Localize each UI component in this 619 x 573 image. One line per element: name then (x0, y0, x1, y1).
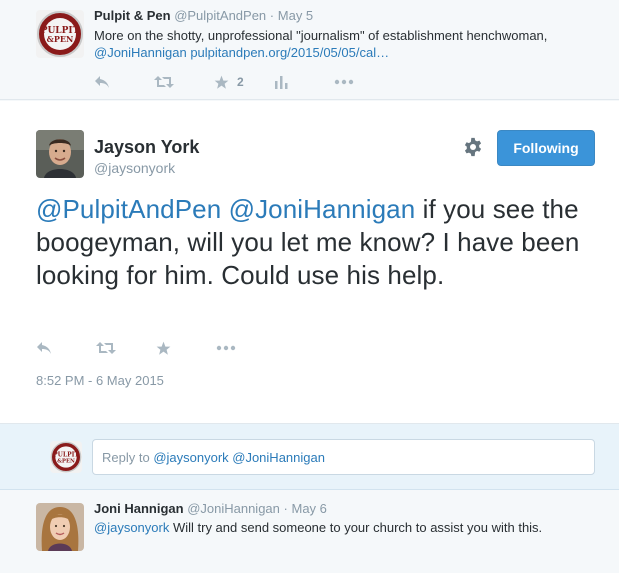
context-tweet[interactable]: PULPIT &PEN Pulpit & Pen @PulpitAndPen ·… (0, 0, 619, 100)
mention-link[interactable]: @jaysonyork (94, 520, 169, 535)
reply-mentions: @jaysonyork @JoniHannigan (153, 450, 325, 465)
tweet-text: @PulpitAndPen @JoniHannigan if you see t… (36, 193, 596, 292)
author-username[interactable]: @JoniHannigan (187, 501, 280, 516)
more-button[interactable] (334, 73, 394, 91)
author-username[interactable]: @PulpitAndPen (174, 8, 266, 23)
tweet-text: More on the shotty, unprofessional "jour… (94, 27, 604, 61)
reply-icon (37, 342, 51, 354)
tweet-date[interactable]: May 5 (278, 8, 313, 23)
favorite-icon (214, 75, 229, 89)
reply-tweet[interactable]: Joni Hannigan @JoniHannigan · May 6 @jay… (0, 491, 619, 573)
url-link[interactable]: pulpitandpen.org/2015/05/05/cal… (190, 45, 389, 60)
tweet-date[interactable]: May 6 (291, 501, 326, 516)
gear-icon[interactable] (463, 137, 483, 157)
reply-input[interactable]: Reply to @jaysonyork @JoniHannigan (92, 439, 595, 475)
more-icon (334, 79, 354, 85)
mention-link[interactable]: @JoniHannigan (229, 194, 416, 224)
separator: · (283, 501, 288, 516)
favorite-count: 2 (237, 75, 244, 89)
current-user-avatar: PULPIT &PEN (50, 441, 82, 473)
mention-link[interactable]: @JoniHannigan (94, 45, 187, 60)
retweet-icon (154, 76, 174, 88)
retweet-button[interactable] (154, 73, 214, 91)
tweet-timestamp[interactable]: 8:52 PM - 6 May 2015 (36, 373, 164, 388)
more-button[interactable] (216, 339, 276, 357)
retweet-icon (96, 342, 116, 354)
tweet-header: Pulpit & Pen @PulpitAndPen · May 5 (94, 8, 313, 24)
mention-link[interactable]: @PulpitAndPen (36, 194, 221, 224)
analytics-icon (275, 76, 288, 89)
following-button[interactable]: Following (497, 130, 595, 166)
jayson-york-avatar[interactable] (36, 130, 84, 178)
reply-prefix: Reply to (102, 450, 154, 465)
more-icon (216, 345, 236, 351)
favorite-button[interactable] (156, 339, 216, 357)
tweet-actions: 2 (94, 73, 394, 91)
retweet-button[interactable] (96, 339, 156, 357)
author-fullname[interactable]: Pulpit & Pen (94, 8, 171, 23)
svg-text:&PEN: &PEN (57, 458, 75, 464)
permalink-tweet: Jayson York @jaysonyork Following @Pulpi… (0, 101, 619, 424)
reply-icon (95, 76, 109, 88)
svg-text:&PEN: &PEN (47, 34, 74, 44)
author-fullname[interactable]: Joni Hannigan (94, 501, 184, 516)
joni-hannigan-avatar[interactable] (36, 503, 84, 551)
favorite-button[interactable]: 2 (214, 73, 274, 91)
tweet-text: @jaysonyork Will try and send someone to… (94, 519, 604, 536)
pulpit-and-pen-avatar[interactable]: PULPIT &PEN (36, 10, 84, 58)
reply-button[interactable] (94, 73, 154, 91)
favorite-icon (156, 341, 171, 355)
tweet-actions (36, 339, 276, 357)
author-username[interactable]: @jaysonyork (94, 160, 175, 176)
svg-text:PULPIT: PULPIT (53, 451, 79, 458)
reply-button[interactable] (36, 339, 96, 357)
tweet-header: Joni Hannigan @JoniHannigan · May 6 (94, 501, 327, 516)
analytics-button[interactable] (274, 73, 334, 91)
author-fullname[interactable]: Jayson York (94, 137, 199, 158)
tweet-text-body: Will try and send someone to your church… (169, 520, 543, 535)
tweet-text-body: More on the shotty, unprofessional "jour… (94, 28, 548, 43)
reply-composer: PULPIT &PEN Reply to @jaysonyork @JoniHa… (0, 424, 619, 490)
separator: · (269, 8, 275, 23)
